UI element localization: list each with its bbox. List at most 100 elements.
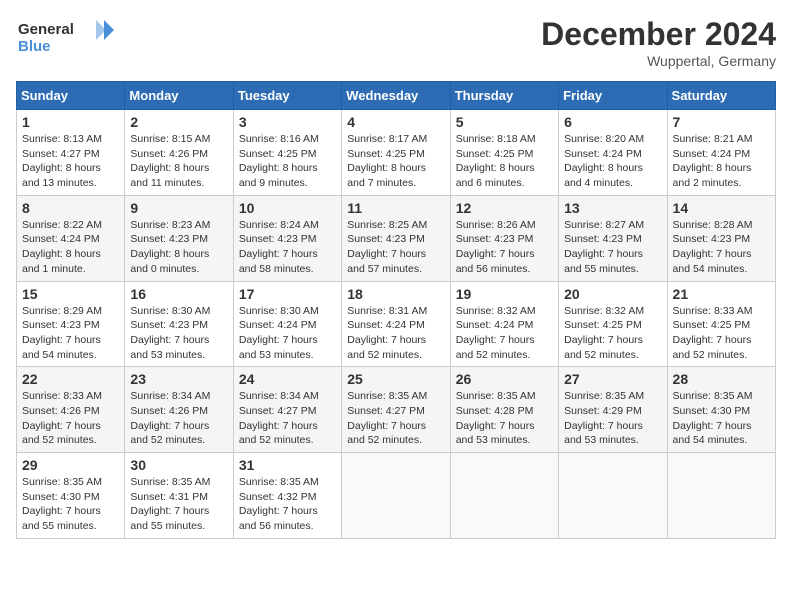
day-number: 6 (564, 114, 661, 130)
day-number: 7 (673, 114, 770, 130)
day-number: 26 (456, 371, 553, 387)
day-number: 3 (239, 114, 336, 130)
day-number: 1 (22, 114, 119, 130)
calendar-cell: 8 Sunrise: 8:22 AM Sunset: 4:24 PM Dayli… (17, 195, 125, 281)
calendar-cell: 24 Sunrise: 8:34 AM Sunset: 4:27 PM Dayl… (233, 367, 341, 453)
day-info: Sunrise: 8:23 AM Sunset: 4:23 PM Dayligh… (130, 218, 227, 277)
day-info: Sunrise: 8:33 AM Sunset: 4:25 PM Dayligh… (673, 304, 770, 363)
header-monday: Monday (125, 82, 233, 110)
day-number: 15 (22, 286, 119, 302)
day-info: Sunrise: 8:32 AM Sunset: 4:25 PM Dayligh… (564, 304, 661, 363)
page-header: General Blue December 2024 Wuppertal, Ge… (16, 16, 776, 69)
day-info: Sunrise: 8:34 AM Sunset: 4:27 PM Dayligh… (239, 389, 336, 448)
calendar-cell: 9 Sunrise: 8:23 AM Sunset: 4:23 PM Dayli… (125, 195, 233, 281)
day-number: 11 (347, 200, 444, 216)
calendar-cell: 10 Sunrise: 8:24 AM Sunset: 4:23 PM Dayl… (233, 195, 341, 281)
calendar-cell: 21 Sunrise: 8:33 AM Sunset: 4:25 PM Dayl… (667, 281, 775, 367)
logo-svg: General Blue (16, 16, 116, 58)
svg-text:Blue: Blue (18, 38, 51, 55)
day-info: Sunrise: 8:24 AM Sunset: 4:23 PM Dayligh… (239, 218, 336, 277)
calendar-cell: 20 Sunrise: 8:32 AM Sunset: 4:25 PM Dayl… (559, 281, 667, 367)
calendar-cell: 27 Sunrise: 8:35 AM Sunset: 4:29 PM Dayl… (559, 367, 667, 453)
day-number: 4 (347, 114, 444, 130)
day-info: Sunrise: 8:35 AM Sunset: 4:29 PM Dayligh… (564, 389, 661, 448)
calendar-cell (450, 453, 558, 539)
day-info: Sunrise: 8:16 AM Sunset: 4:25 PM Dayligh… (239, 132, 336, 191)
day-info: Sunrise: 8:33 AM Sunset: 4:26 PM Dayligh… (22, 389, 119, 448)
day-number: 30 (130, 457, 227, 473)
day-info: Sunrise: 8:27 AM Sunset: 4:23 PM Dayligh… (564, 218, 661, 277)
day-number: 29 (22, 457, 119, 473)
day-info: Sunrise: 8:30 AM Sunset: 4:23 PM Dayligh… (130, 304, 227, 363)
calendar-cell: 13 Sunrise: 8:27 AM Sunset: 4:23 PM Dayl… (559, 195, 667, 281)
day-info: Sunrise: 8:29 AM Sunset: 4:23 PM Dayligh… (22, 304, 119, 363)
calendar-cell: 6 Sunrise: 8:20 AM Sunset: 4:24 PM Dayli… (559, 110, 667, 196)
calendar-cell: 5 Sunrise: 8:18 AM Sunset: 4:25 PM Dayli… (450, 110, 558, 196)
day-info: Sunrise: 8:35 AM Sunset: 4:30 PM Dayligh… (22, 475, 119, 534)
calendar-cell: 28 Sunrise: 8:35 AM Sunset: 4:30 PM Dayl… (667, 367, 775, 453)
day-info: Sunrise: 8:35 AM Sunset: 4:32 PM Dayligh… (239, 475, 336, 534)
day-info: Sunrise: 8:18 AM Sunset: 4:25 PM Dayligh… (456, 132, 553, 191)
day-info: Sunrise: 8:28 AM Sunset: 4:23 PM Dayligh… (673, 218, 770, 277)
calendar-cell: 4 Sunrise: 8:17 AM Sunset: 4:25 PM Dayli… (342, 110, 450, 196)
day-info: Sunrise: 8:15 AM Sunset: 4:26 PM Dayligh… (130, 132, 227, 191)
header-thursday: Thursday (450, 82, 558, 110)
day-number: 27 (564, 371, 661, 387)
calendar-cell: 14 Sunrise: 8:28 AM Sunset: 4:23 PM Dayl… (667, 195, 775, 281)
day-number: 12 (456, 200, 553, 216)
day-info: Sunrise: 8:26 AM Sunset: 4:23 PM Dayligh… (456, 218, 553, 277)
calendar-cell: 12 Sunrise: 8:26 AM Sunset: 4:23 PM Dayl… (450, 195, 558, 281)
day-info: Sunrise: 8:22 AM Sunset: 4:24 PM Dayligh… (22, 218, 119, 277)
day-number: 13 (564, 200, 661, 216)
calendar-cell: 22 Sunrise: 8:33 AM Sunset: 4:26 PM Dayl… (17, 367, 125, 453)
calendar-cell (342, 453, 450, 539)
day-info: Sunrise: 8:34 AM Sunset: 4:26 PM Dayligh… (130, 389, 227, 448)
day-number: 28 (673, 371, 770, 387)
calendar-cell: 2 Sunrise: 8:15 AM Sunset: 4:26 PM Dayli… (125, 110, 233, 196)
day-info: Sunrise: 8:21 AM Sunset: 4:24 PM Dayligh… (673, 132, 770, 191)
calendar-cell: 18 Sunrise: 8:31 AM Sunset: 4:24 PM Dayl… (342, 281, 450, 367)
calendar-cell: 31 Sunrise: 8:35 AM Sunset: 4:32 PM Dayl… (233, 453, 341, 539)
calendar-cell (559, 453, 667, 539)
day-info: Sunrise: 8:35 AM Sunset: 4:30 PM Dayligh… (673, 389, 770, 448)
day-info: Sunrise: 8:30 AM Sunset: 4:24 PM Dayligh… (239, 304, 336, 363)
logo: General Blue (16, 16, 116, 58)
calendar-cell: 26 Sunrise: 8:35 AM Sunset: 4:28 PM Dayl… (450, 367, 558, 453)
day-number: 19 (456, 286, 553, 302)
header-friday: Friday (559, 82, 667, 110)
day-number: 10 (239, 200, 336, 216)
day-info: Sunrise: 8:35 AM Sunset: 4:27 PM Dayligh… (347, 389, 444, 448)
day-number: 9 (130, 200, 227, 216)
day-info: Sunrise: 8:25 AM Sunset: 4:23 PM Dayligh… (347, 218, 444, 277)
header-saturday: Saturday (667, 82, 775, 110)
calendar-cell: 17 Sunrise: 8:30 AM Sunset: 4:24 PM Dayl… (233, 281, 341, 367)
day-number: 17 (239, 286, 336, 302)
calendar-cell: 1 Sunrise: 8:13 AM Sunset: 4:27 PM Dayli… (17, 110, 125, 196)
svg-text:General: General (18, 21, 74, 38)
calendar-cell: 3 Sunrise: 8:16 AM Sunset: 4:25 PM Dayli… (233, 110, 341, 196)
calendar-table: SundayMondayTuesdayWednesdayThursdayFrid… (16, 81, 776, 539)
day-number: 2 (130, 114, 227, 130)
calendar-cell: 19 Sunrise: 8:32 AM Sunset: 4:24 PM Dayl… (450, 281, 558, 367)
calendar-cell: 16 Sunrise: 8:30 AM Sunset: 4:23 PM Dayl… (125, 281, 233, 367)
calendar-cell: 23 Sunrise: 8:34 AM Sunset: 4:26 PM Dayl… (125, 367, 233, 453)
location-title: Wuppertal, Germany (541, 53, 776, 69)
day-number: 31 (239, 457, 336, 473)
day-number: 24 (239, 371, 336, 387)
calendar-cell (667, 453, 775, 539)
day-info: Sunrise: 8:35 AM Sunset: 4:31 PM Dayligh… (130, 475, 227, 534)
header-sunday: Sunday (17, 82, 125, 110)
day-number: 18 (347, 286, 444, 302)
day-number: 14 (673, 200, 770, 216)
title-block: December 2024 Wuppertal, Germany (541, 16, 776, 69)
day-number: 20 (564, 286, 661, 302)
day-info: Sunrise: 8:32 AM Sunset: 4:24 PM Dayligh… (456, 304, 553, 363)
day-info: Sunrise: 8:20 AM Sunset: 4:24 PM Dayligh… (564, 132, 661, 191)
header-tuesday: Tuesday (233, 82, 341, 110)
calendar-cell: 25 Sunrise: 8:35 AM Sunset: 4:27 PM Dayl… (342, 367, 450, 453)
day-info: Sunrise: 8:35 AM Sunset: 4:28 PM Dayligh… (456, 389, 553, 448)
calendar-cell: 15 Sunrise: 8:29 AM Sunset: 4:23 PM Dayl… (17, 281, 125, 367)
header-wednesday: Wednesday (342, 82, 450, 110)
day-number: 16 (130, 286, 227, 302)
day-number: 25 (347, 371, 444, 387)
